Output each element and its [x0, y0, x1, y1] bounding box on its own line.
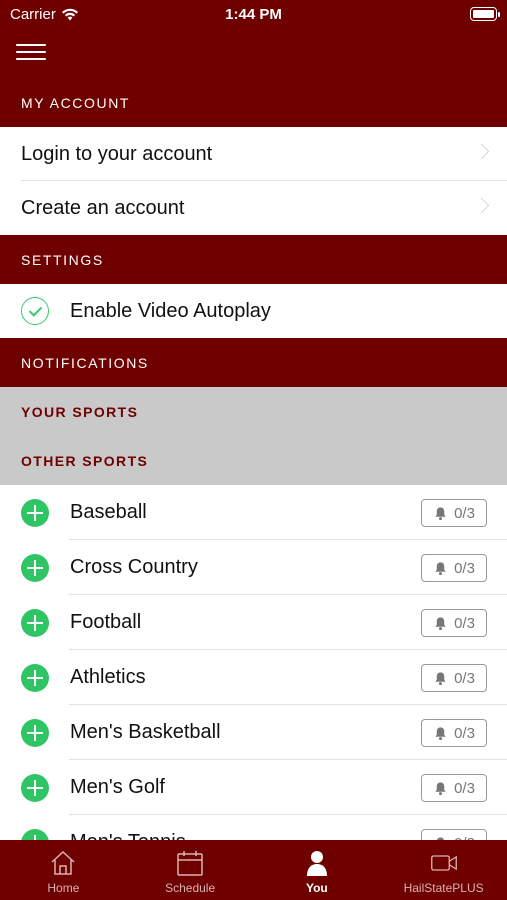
notification-count: 0/3 — [454, 614, 475, 632]
login-row[interactable]: Login to your account — [0, 127, 507, 181]
section-header-my-account: MY ACCOUNT — [0, 78, 507, 127]
bell-icon — [435, 616, 446, 630]
notification-count: 0/3 — [454, 559, 475, 577]
tab-home[interactable]: Home — [0, 840, 127, 900]
notification-count: 0/3 — [454, 504, 475, 522]
notification-count-button[interactable]: 0/3 — [421, 499, 487, 527]
video-camera-icon — [430, 855, 457, 871]
chevron-right-icon — [473, 197, 490, 214]
sport-row[interactable]: Men's Basketball 0/3 — [0, 705, 507, 760]
sport-row[interactable]: Athletics 0/3 — [0, 650, 507, 705]
bell-icon — [435, 561, 446, 575]
bell-icon — [435, 726, 446, 740]
notification-count-button[interactable]: 0/3 — [421, 829, 487, 840]
status-bar: Carrier 1:44 PM — [0, 0, 507, 30]
add-sport-icon[interactable] — [21, 608, 49, 637]
notification-count: 0/3 — [454, 669, 475, 687]
tab-hailstateplus[interactable]: HailStatePLUS — [380, 840, 507, 900]
other-sports-header: OTHER SPORTS — [0, 436, 507, 485]
chevron-right-icon — [473, 143, 490, 160]
create-account-row[interactable]: Create an account — [0, 181, 507, 235]
nav-bar — [0, 30, 507, 78]
tab-bar: Home Schedule You HailStatePLUS — [0, 840, 507, 900]
add-sport-icon[interactable] — [21, 773, 49, 802]
notification-count-button[interactable]: 0/3 — [421, 554, 487, 582]
your-sports-header: YOUR SPORTS — [0, 387, 507, 436]
add-sport-icon[interactable] — [21, 663, 49, 692]
status-time: 1:44 PM — [225, 6, 282, 23]
sport-row[interactable]: Cross Country 0/3 — [0, 540, 507, 595]
notification-count-button[interactable]: 0/3 — [421, 719, 487, 747]
notification-count: 0/3 — [454, 779, 475, 797]
notification-count-button[interactable]: 0/3 — [421, 774, 487, 802]
notification-count-button[interactable]: 0/3 — [421, 609, 487, 637]
sport-row[interactable]: Football 0/3 — [0, 595, 507, 650]
autoplay-label: Enable Video Autoplay — [70, 299, 271, 322]
bell-icon — [435, 671, 446, 685]
add-sport-icon[interactable] — [21, 553, 49, 582]
sports-list: Baseball 0/3 Cross Country 0/3 Football 0/3 At… — [0, 485, 507, 840]
create-account-label: Create an account — [21, 196, 185, 219]
menu-icon[interactable] — [16, 44, 46, 62]
bell-icon — [435, 506, 446, 520]
tab-you-label: You — [305, 881, 328, 895]
sport-row[interactable]: Men's Tennis 0/3 — [0, 815, 507, 840]
sport-name: Football — [70, 611, 142, 633]
sport-name: Baseball — [70, 501, 147, 523]
bell-icon — [435, 781, 446, 795]
tab-schedule[interactable]: Schedule — [127, 840, 254, 900]
sport-row[interactable]: Baseball 0/3 — [0, 485, 507, 540]
section-header-notifications: NOTIFICATIONS — [0, 338, 507, 387]
battery-icon — [470, 7, 500, 21]
notification-count-button[interactable]: 0/3 — [421, 664, 487, 692]
add-sport-icon[interactable] — [21, 498, 49, 527]
sport-name: Men's Basketball — [70, 721, 221, 743]
video-autoplay-toggle[interactable]: Enable Video Autoplay — [0, 284, 507, 338]
add-sport-icon[interactable] — [21, 828, 49, 840]
tab-schedule-label: Schedule — [165, 881, 216, 895]
section-header-settings: SETTINGS — [0, 235, 507, 284]
add-sport-icon[interactable] — [21, 718, 49, 747]
tab-home-label: Home — [47, 881, 80, 895]
notification-count: 0/3 — [454, 724, 475, 742]
sport-name: Cross Country — [70, 556, 198, 578]
calendar-icon — [177, 851, 203, 876]
sport-row[interactable]: Men's Golf 0/3 — [0, 760, 507, 815]
sport-name: Men's Tennis — [70, 831, 186, 840]
tab-you[interactable]: You — [254, 840, 381, 900]
login-label: Login to your account — [21, 142, 213, 165]
checkmark-icon[interactable] — [21, 297, 49, 325]
person-icon — [306, 851, 327, 876]
tab-hailstateplus-label: HailStatePLUS — [403, 881, 484, 895]
home-icon — [51, 850, 75, 875]
sport-name: Men's Golf — [70, 776, 165, 798]
sport-name: Athletics — [70, 666, 146, 688]
settings-list[interactable]: MY ACCOUNT Login to your account Create … — [0, 78, 507, 840]
